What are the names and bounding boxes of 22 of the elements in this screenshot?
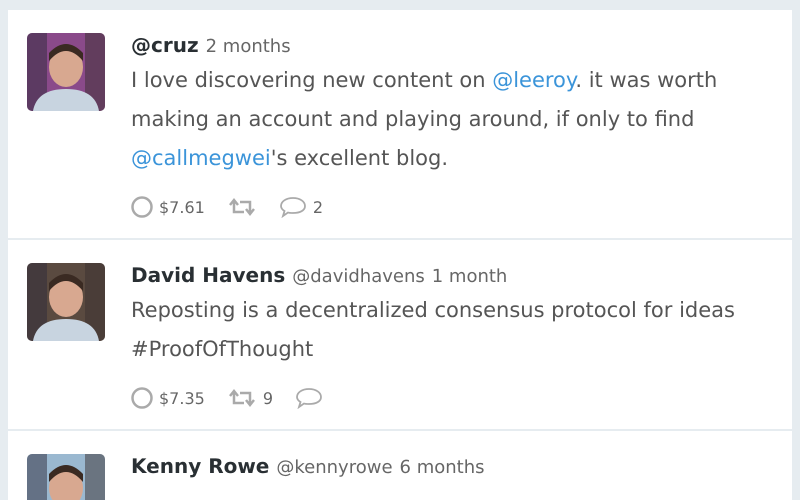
- post-time: 2 months: [206, 36, 291, 57]
- comment-icon[interactable]: [295, 387, 323, 409]
- mention-link[interactable]: @callmegwei: [131, 146, 271, 170]
- post-time: 1 month: [432, 266, 508, 287]
- post-text: I love discovering new content on @leeroy. it was worth making an account and playing around, if only to find @callmegwei's excellent blog.: [131, 67, 718, 172]
- payout-amount: $7.61: [159, 198, 205, 216]
- post-text: Reposting is a decentralized consensus protocol for ideas #ProofOfThought: [131, 297, 736, 363]
- payout-amount: $7.35: [159, 388, 205, 408]
- vote-icon[interactable]: [131, 196, 153, 218]
- repost-icon[interactable]: [226, 197, 257, 217]
- author-handle[interactable]: @davidhavens: [292, 266, 425, 287]
- vote-icon[interactable]: [131, 387, 153, 409]
- author-name[interactable]: David Havens: [131, 263, 286, 287]
- author-handle[interactable]: @kennyrowe: [276, 457, 393, 478]
- repost-count: 9: [262, 388, 273, 408]
- author-name[interactable]: Kenny Rowe: [131, 454, 270, 478]
- reply-count: 2: [312, 198, 323, 216]
- comment-icon[interactable]: [278, 196, 307, 218]
- post-time: 6 months: [400, 457, 484, 478]
- mention-link[interactable]: @leeroy: [492, 68, 576, 92]
- repost-icon[interactable]: [226, 388, 257, 408]
- author-handle[interactable]: @cruz: [131, 33, 199, 57]
